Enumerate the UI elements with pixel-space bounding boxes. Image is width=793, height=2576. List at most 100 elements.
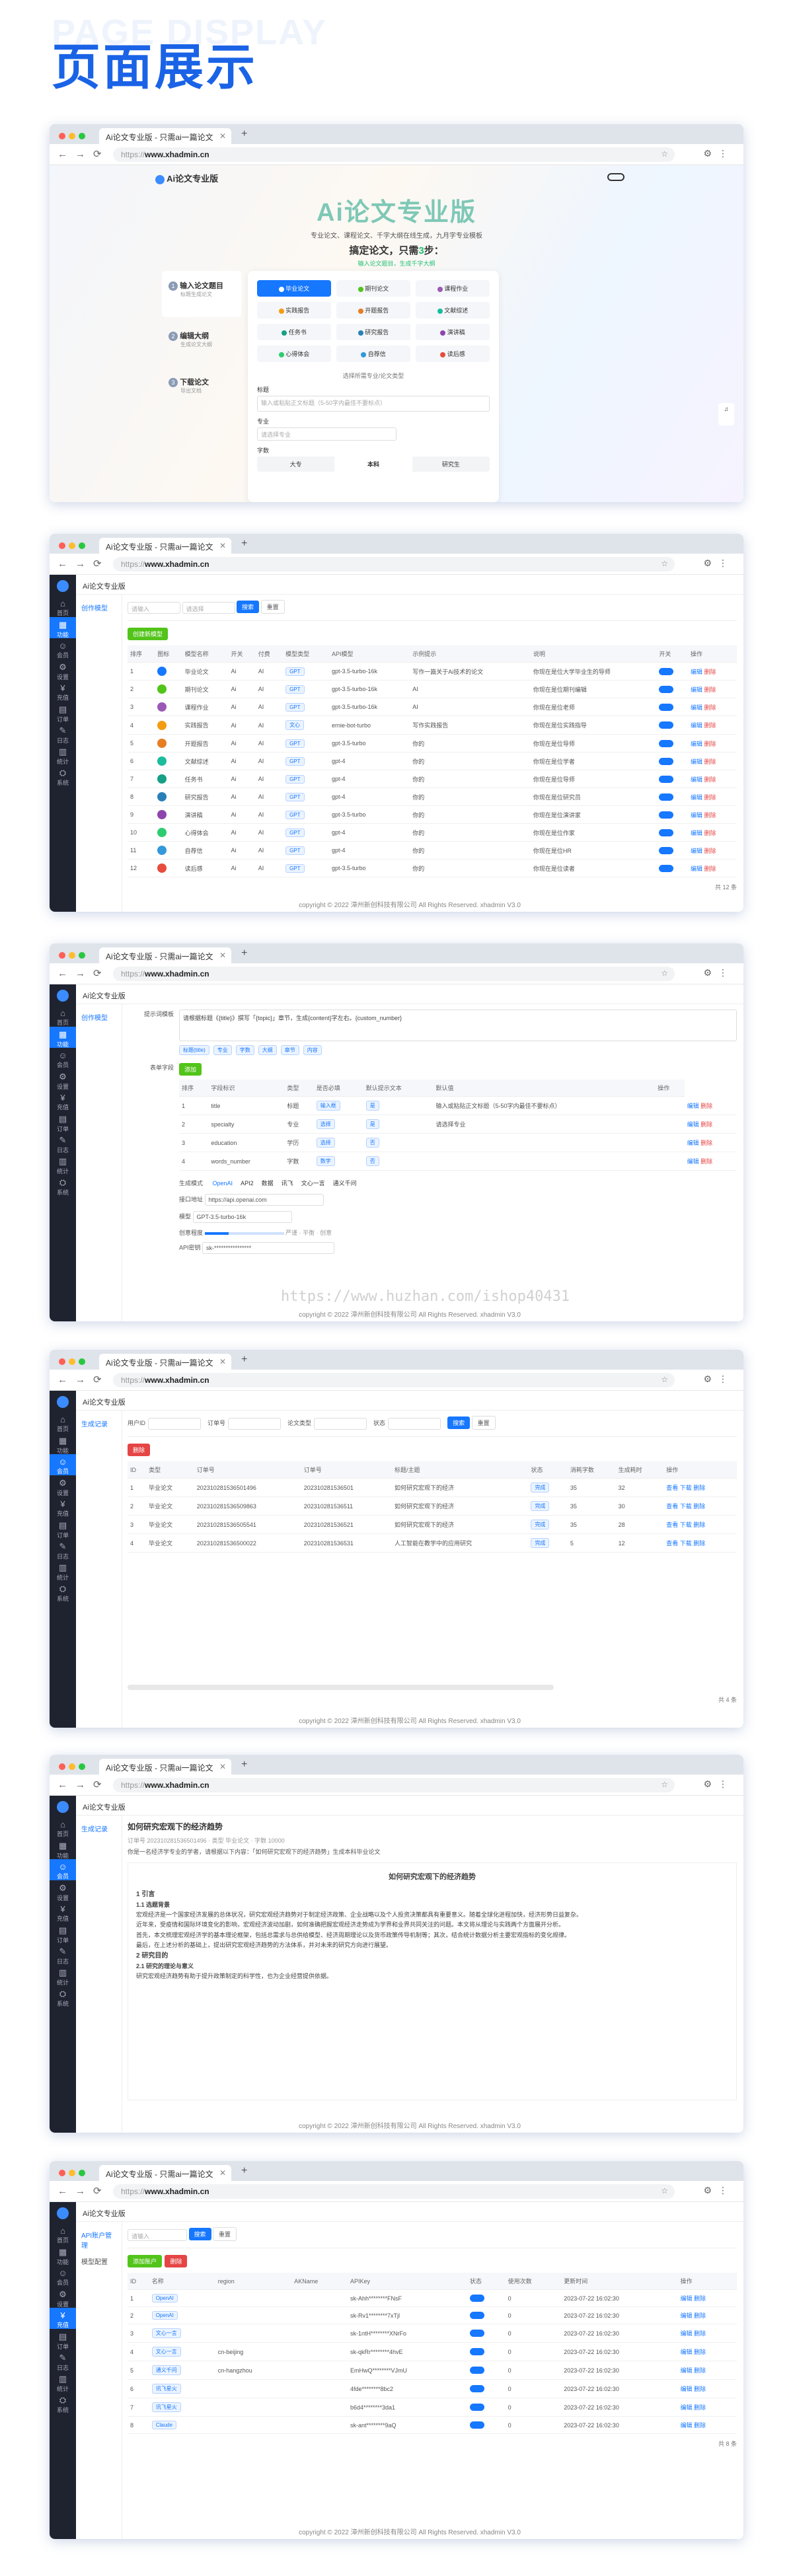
variable-chip[interactable]: 大纲 <box>258 1045 277 1055</box>
logo[interactable] <box>57 1801 69 1813</box>
delete-link[interactable]: 删除 <box>700 1103 712 1109</box>
close-icon[interactable]: ✕ <box>219 131 226 141</box>
status-toggle[interactable] <box>659 721 674 729</box>
address-bar[interactable]: https://www.xhadmin.cn ☆ <box>113 967 675 981</box>
row-actions[interactable]: 查看 下载 删除 <box>663 1515 737 1534</box>
step-2[interactable]: 2 编辑大纲 生成论文大纲 <box>162 317 241 363</box>
variable-chip[interactable]: 字数 <box>235 1045 254 1055</box>
filter-input[interactable] <box>314 1417 367 1430</box>
menu-icon[interactable]: ⚙⋮ <box>703 967 734 978</box>
row-actions[interactable]: 编辑 删除 <box>677 2342 737 2361</box>
help-float[interactable]: ♫ <box>718 403 734 425</box>
close-icon[interactable]: ✕ <box>219 1357 226 1366</box>
mode-radio[interactable]: 讯飞 <box>282 1180 293 1187</box>
new-tab-icon[interactable]: + <box>241 128 247 140</box>
sidebar-item[interactable]: ▦ 功能 <box>50 1027 76 1048</box>
browser-tab[interactable]: Ai论文专业版 - 只需ai一篇论文 ✕ <box>99 538 231 554</box>
menu-icon[interactable]: ⚙⋮ <box>703 1779 734 1790</box>
status-toggle[interactable] <box>659 811 674 819</box>
status-toggle[interactable] <box>659 685 674 693</box>
browser-tab[interactable]: Ai论文专业版 - 只需ai一篇论文 ✕ <box>99 2165 231 2181</box>
delete-link[interactable]: 删除 <box>704 830 716 836</box>
sidebar-item[interactable]: ⛭ 系统 <box>50 1175 76 1196</box>
delete-link[interactable]: 删除 <box>704 741 716 747</box>
nav-icons[interactable]: ←→⟳ <box>57 148 110 160</box>
pager[interactable]: 共 4 条 <box>128 1690 737 1704</box>
sidebar-item[interactable]: ▦ 功能 <box>50 1433 76 1454</box>
status-toggle[interactable] <box>659 739 674 747</box>
prompt-textarea[interactable]: 请根据标题《{title}》撰写「{topic}」章节，生成{content}字… <box>179 1010 737 1041</box>
nav-icons[interactable]: ←→⟳ <box>57 558 110 570</box>
new-tab-icon[interactable]: + <box>241 1354 247 1366</box>
sidebar-item[interactable]: ⚙ 设置 <box>50 659 76 681</box>
row-actions[interactable]: 查看 下载 删除 <box>663 1478 737 1497</box>
level-tab[interactable]: 大专 <box>257 457 334 472</box>
nav-icons[interactable]: ←→⟳ <box>57 1374 110 1385</box>
edit-link[interactable]: 编辑 <box>691 848 702 854</box>
edit-link[interactable]: 编辑 <box>691 741 702 747</box>
sidebar-item[interactable]: ▥ 统计 <box>50 1154 76 1175</box>
sidebar-item[interactable]: ⚙ 设置 <box>50 1880 76 1901</box>
type-option[interactable]: 实践报告 <box>257 302 331 318</box>
search-input[interactable]: 请输入 <box>128 601 180 614</box>
sidebar-item[interactable]: ▤ 订单 <box>50 1518 76 1539</box>
new-tab-icon[interactable]: + <box>241 947 247 959</box>
sidebar-item[interactable]: ⛭ 系统 <box>50 765 76 786</box>
edit-link[interactable]: 编辑 <box>687 1158 699 1165</box>
mode-radio[interactable]: 通义千问 <box>333 1180 357 1187</box>
sub-menu[interactable]: 创作模型 <box>76 1004 122 1321</box>
sidebar-item[interactable]: ⌂ 首页 <box>50 1412 76 1433</box>
search-button[interactable]: 搜索 <box>447 1417 471 1429</box>
reset-button[interactable]: 重置 <box>471 1416 496 1430</box>
edit-link[interactable]: 编辑 <box>687 1103 699 1109</box>
type-option[interactable]: 期刊论文 <box>336 280 410 297</box>
browser-tab[interactable]: Ai论文专业版 - 只需ai一篇论文 ✕ <box>99 1354 231 1370</box>
status-toggle[interactable] <box>659 703 674 711</box>
variable-chip[interactable]: 内容 <box>303 1045 322 1055</box>
address-bar[interactable]: https://www.xhadmin.cn ☆ <box>113 2184 675 2199</box>
major-select[interactable]: 请选择专业 <box>257 427 397 441</box>
type-option[interactable]: 读后感 <box>416 346 490 362</box>
edit-link[interactable]: 编辑 <box>691 704 702 711</box>
sidebar-item[interactable]: ✎ 日志 <box>50 1132 76 1154</box>
nav-icons[interactable]: ←→⟳ <box>57 967 110 979</box>
variable-chip[interactable]: 标题(title) <box>179 1045 209 1055</box>
edit-link[interactable]: 编辑 <box>691 794 702 801</box>
status-toggle[interactable] <box>659 757 674 765</box>
logo[interactable] <box>57 990 69 1002</box>
edit-link[interactable]: 编辑 <box>687 1121 699 1128</box>
sidebar-item[interactable]: ☺ 会员 <box>50 638 76 659</box>
pager[interactable]: 共 8 条 <box>128 2434 737 2448</box>
edit-link[interactable]: 编辑 <box>691 776 702 783</box>
close-icon[interactable]: ✕ <box>219 2168 226 2178</box>
sidebar-item[interactable]: ▤ 订单 <box>50 2329 76 2350</box>
filter-input[interactable] <box>228 1417 282 1430</box>
address-bar[interactable]: https://www.xhadmin.cn ☆ <box>113 1373 675 1387</box>
type-option[interactable]: 研究报告 <box>336 324 410 340</box>
theme-toggle[interactable] <box>607 173 624 181</box>
state-select[interactable]: 请选择 <box>182 601 235 614</box>
edit-link[interactable]: 编辑 <box>687 1140 699 1146</box>
type-option[interactable]: 毕业论文 <box>257 280 331 297</box>
sidebar-item[interactable]: ☺ 会员 <box>50 1859 76 1880</box>
row-actions[interactable]: 编辑 删除 <box>677 2379 737 2398</box>
status-toggle[interactable] <box>469 2421 484 2429</box>
browser-tab[interactable]: Ai论文专业版 - 只需ai一篇论文 ✕ <box>99 947 231 963</box>
address-bar[interactable]: https://www.xhadmin.cn ☆ <box>113 557 675 571</box>
menu-icon[interactable]: ⚙⋮ <box>703 558 734 569</box>
delete-link[interactable]: 删除 <box>704 776 716 783</box>
sidebar-item[interactable]: ⚙ 设置 <box>50 1069 76 1090</box>
delete-link[interactable]: 删除 <box>700 1158 712 1165</box>
row-actions[interactable]: 编辑 删除 <box>677 2398 737 2417</box>
status-toggle[interactable] <box>469 2312 484 2320</box>
sidebar-item[interactable]: ¥ 充值 <box>50 2308 76 2329</box>
edit-link[interactable]: 编辑 <box>691 758 702 765</box>
delete-button[interactable]: 删除 <box>165 2255 188 2267</box>
variable-chip[interactable]: 章节 <box>280 1045 299 1055</box>
status-toggle[interactable] <box>469 2330 484 2337</box>
browser-tab[interactable]: Ai论文专业版 - 只需ai一篇论文 ✕ <box>99 1759 231 1775</box>
row-actions[interactable]: 查看 下载 删除 <box>663 1496 737 1516</box>
status-toggle[interactable] <box>659 846 674 854</box>
h-scrollbar[interactable] <box>128 1685 554 1690</box>
add-field-button[interactable]: 添加 <box>179 1063 202 1076</box>
